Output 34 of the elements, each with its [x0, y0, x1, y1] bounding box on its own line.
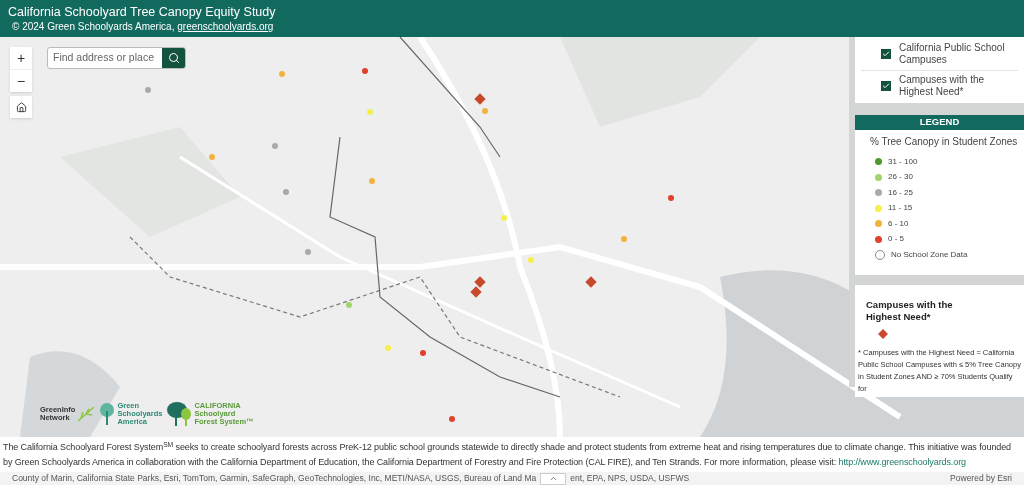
attribution-text: ent, EPA, NPS, USDA, USFWS — [570, 472, 690, 485]
powered-by-text: Powered by Esri — [950, 472, 1012, 485]
description-text: The California Schoolyard Forest System$^{SM}$ seeks to create schoolyard forests across PreK-12 public school grounds statewide to directly shade and protect students from extreme heat and rising temperatures due to climate change. This initiative was founded by Green Schoolyards America in collaboration with the California Department of Education, the California Department of Forestry and Fire Protection (CAL FIRE), and Ten Strands. For more information, please visit: http://www.greenschoolyards.org — [2, 439, 1012, 469]
zoom-button[interactable]: − — [10, 70, 32, 92]
legend-heading: LEGEND — [855, 115, 1024, 130]
leaf-icon — [77, 406, 96, 422]
copyright-text: © 2024 Green Schoolyards America, — [12, 20, 176, 32]
search-button[interactable] — [162, 48, 185, 68]
layer-checkbox[interactable] — [881, 48, 891, 59]
highest-need-title: Campuses with the Highest Need* — [866, 299, 954, 323]
search-icon — [167, 52, 180, 64]
chevron-up-icon — [548, 474, 558, 483]
legend-label: No School Zone Data — [891, 248, 968, 261]
zoom-button[interactable]: + — [10, 47, 32, 69]
home-button[interactable] — [10, 96, 32, 118]
legend-label: 0 - 5 — [888, 233, 904, 246]
layer-item[interactable]: Campuses with the Highest Need* — [861, 71, 1018, 101]
legend-subtitle: % Tree Canopy in Student Zones — [870, 135, 1019, 149]
website-link[interactable]: http://www.greenschoolyards.org — [838, 457, 966, 467]
layer-item[interactable]: California Public School Campuses — [861, 37, 1018, 71]
tree-icon — [99, 403, 116, 425]
legend-label: 26 - 30 — [888, 171, 913, 184]
legend-label: 31 - 100 — [888, 155, 918, 168]
legend-label: 11 - 15 — [888, 202, 913, 215]
diamond-icon — [878, 329, 888, 339]
home-icon — [15, 101, 27, 113]
trees-icon — [166, 402, 193, 426]
legend-label: 6 - 10 — [888, 217, 909, 230]
layer-checkbox[interactable] — [881, 81, 891, 91]
legend-label: 16 - 25 — [888, 186, 913, 199]
app-title: California Schoolyard Tree Canopy Equity Study — [8, 4, 277, 20]
website-link[interactable]: greenschoolyards.org — [177, 20, 274, 32]
attribution-text: County of Marin, California State Parks, Esri, TomTom, Garmin, SafeGraph, GeoTechnologies, Inc, METI/NASA, USGS, Bureau of Land Ma — [12, 472, 537, 485]
search-field[interactable]: Find address or place — [47, 47, 186, 69]
